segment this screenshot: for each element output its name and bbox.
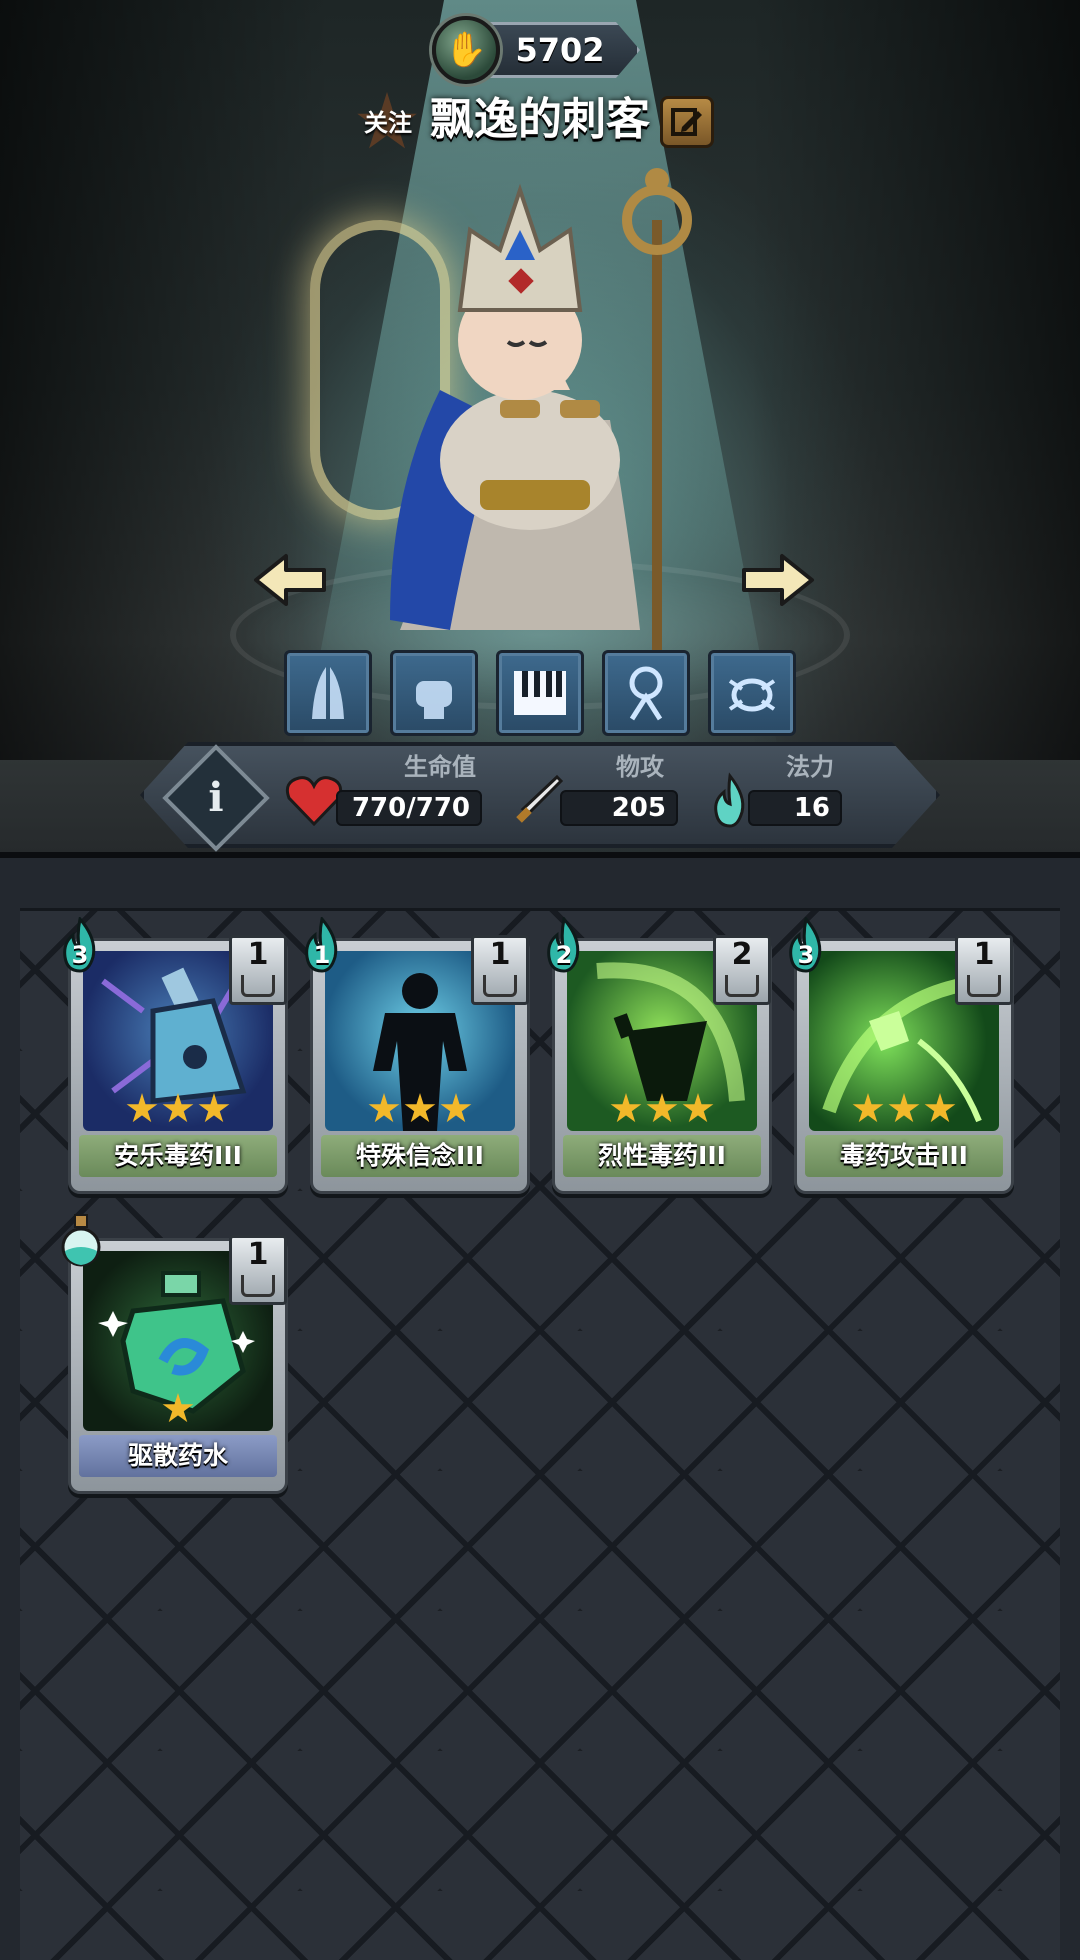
card-2[interactable]: 特殊信念III 1 1 <box>305 917 530 1194</box>
sword-icon <box>508 770 568 830</box>
card-1[interactable]: 安乐毒药III 1 3 <box>63 917 288 1194</box>
hero-character-priest <box>390 168 692 660</box>
card-cost: 1 <box>313 941 331 969</box>
card-stars <box>71 1393 285 1427</box>
card-5[interactable]: 驱散药水 1 <box>61 1214 288 1494</box>
card-name: 特殊信念III <box>321 1135 519 1177</box>
skill-slot-2[interactable] <box>390 650 478 736</box>
card-level: 1 <box>973 937 995 972</box>
stack-icon <box>483 975 517 997</box>
skill-slot-4[interactable] <box>602 650 690 736</box>
card-cost: 2 <box>555 941 573 969</box>
card-stars <box>71 1093 285 1127</box>
stack-icon <box>241 1275 275 1297</box>
card-level: 2 <box>731 937 753 972</box>
stack-icon <box>967 975 1001 997</box>
idol-figure-icon <box>629 666 663 721</box>
fist-icon <box>416 681 452 719</box>
edit-pencil-icon <box>671 108 702 136</box>
previous-hero-arrow[interactable] <box>252 552 328 608</box>
edit-name-button[interactable] <box>660 96 714 148</box>
mana-value: 16 <box>748 790 842 826</box>
card-name: 毒药攻击III <box>805 1135 1003 1177</box>
card-3[interactable]: 烈性毒药III 2 2 <box>547 917 772 1194</box>
card-stars <box>555 1093 769 1127</box>
card-stars <box>797 1093 1011 1127</box>
bug-creature-icon <box>728 678 776 712</box>
attack-value: 205 <box>560 790 678 826</box>
praying-hands-icon <box>312 667 344 719</box>
skill-slot-1[interactable] <box>284 650 372 736</box>
card-level: 1 <box>247 1237 269 1272</box>
card-stars <box>313 1093 527 1127</box>
follow-button[interactable]: 关注 <box>358 106 418 140</box>
heart-icon <box>284 770 344 830</box>
player-name: 飘逸的刺客 <box>430 94 650 145</box>
stack-icon <box>725 975 759 997</box>
currency-value: 5702 <box>515 31 605 69</box>
card-name: 安乐毒药III <box>79 1135 277 1177</box>
next-hero-arrow[interactable] <box>740 552 816 608</box>
card-level: 1 <box>247 937 269 972</box>
piano-keys-icon <box>514 671 566 715</box>
skill-slot-5[interactable] <box>708 650 796 736</box>
card-name: 驱散药水 <box>79 1435 277 1477</box>
arrow-right-icon <box>742 554 814 606</box>
arrow-left-icon <box>254 554 326 606</box>
hp-value: 770/770 <box>336 790 482 826</box>
hp-label: 生命值 <box>404 753 476 781</box>
info-icon[interactable]: i <box>178 760 254 836</box>
card-cost: 3 <box>797 941 815 969</box>
card-4[interactable]: 毒药攻击III 1 3 <box>789 917 1014 1194</box>
skill-slot-3[interactable] <box>496 650 584 736</box>
stack-icon <box>241 975 275 997</box>
attack-label: 物攻 <box>616 753 664 781</box>
goblin-hand-coin-icon: ✋ <box>432 16 500 84</box>
card-cost: 3 <box>71 941 89 969</box>
card-name: 烈性毒药III <box>563 1135 761 1177</box>
potion-bottle-icon <box>61 1214 101 1267</box>
mana-label: 法力 <box>786 753 834 781</box>
game-screen: ✋ 5702 关注 飘逸的刺客 i 生命值 770/770 物攻 205 法力 … <box>0 0 1080 1960</box>
card-level: 1 <box>489 937 511 972</box>
